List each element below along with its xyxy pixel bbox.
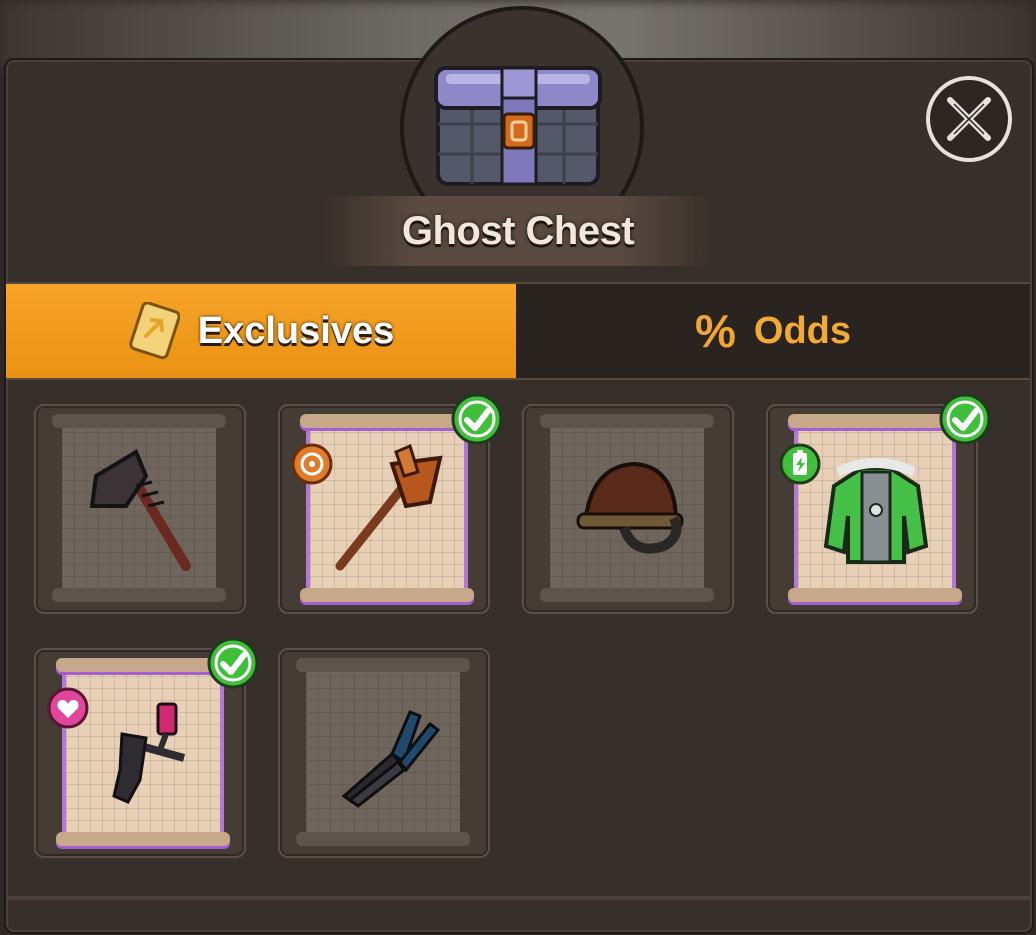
item-slot-green-armor-jacket[interactable]	[766, 393, 991, 614]
owned-check-icon	[939, 393, 991, 445]
tab-bar: Exclusives % Odds	[6, 282, 1030, 380]
item-slot-pliers[interactable]	[278, 648, 490, 858]
item-slot-pink-spray-gun[interactable]	[34, 637, 259, 858]
item-slot-bronze-axe[interactable]	[278, 393, 503, 614]
tab-odds-label: Odds	[753, 309, 852, 352]
close-x-icon[interactable]	[924, 74, 1014, 164]
owned-check-icon	[207, 637, 259, 689]
item-slot-leather-helmet[interactable]	[522, 404, 734, 614]
title-band: Ghost Chest	[320, 196, 716, 266]
pliers-icon	[341, 710, 441, 808]
leather-helmet-icon	[576, 461, 684, 554]
dark-axe-icon	[89, 449, 191, 571]
owned-check-icon	[451, 393, 503, 445]
target-badge-icon	[291, 443, 333, 485]
battery-badge-icon	[779, 443, 821, 485]
heart-hand-badge-icon	[47, 687, 89, 729]
percent-icon: %	[694, 305, 736, 357]
dialog-title: Ghost Chest	[401, 208, 635, 253]
tab-exclusives-label: Exclusives	[197, 309, 395, 352]
item-slot-dark-axe[interactable]	[34, 404, 246, 614]
ghost-chest-icon	[434, 66, 602, 186]
dialog-footer-divider	[6, 896, 1030, 900]
tab-exclusives[interactable]: Exclusives	[6, 284, 516, 378]
scroll-card-icon	[129, 302, 180, 360]
tab-odds[interactable]: % Odds	[516, 284, 1030, 378]
